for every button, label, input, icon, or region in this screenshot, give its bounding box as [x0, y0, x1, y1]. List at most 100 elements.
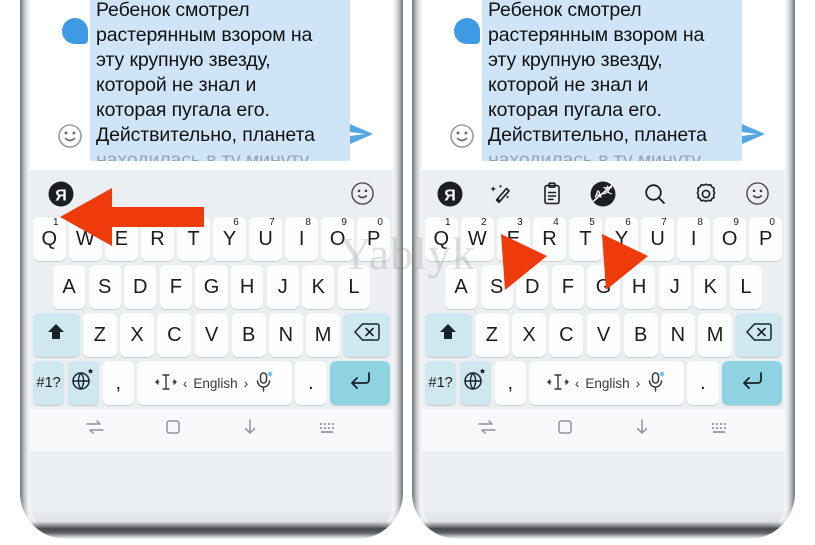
key-v[interactable]: V: [586, 313, 621, 357]
key-l[interactable]: L: [337, 265, 370, 309]
key-h[interactable]: H: [623, 265, 656, 309]
language-settings-key[interactable]: [67, 361, 100, 405]
key-j[interactable]: J: [266, 265, 299, 309]
key-b[interactable]: B: [623, 313, 658, 357]
chat-emoji-button[interactable]: [56, 122, 84, 150]
key-r[interactable]: 4R: [533, 217, 566, 261]
emoji-icon[interactable]: [349, 180, 376, 207]
gear-icon[interactable]: [693, 180, 720, 207]
keyboard-switch-icon[interactable]: [315, 414, 341, 440]
key-d[interactable]: D: [124, 265, 157, 309]
key-k[interactable]: K: [694, 265, 727, 309]
prev-language-chevron[interactable]: ‹: [575, 376, 580, 391]
yandex-logo-icon[interactable]: Я: [436, 180, 463, 207]
key-y[interactable]: 6Y: [605, 217, 638, 261]
send-button[interactable]: [343, 116, 379, 152]
key-n[interactable]: N: [269, 313, 303, 357]
comma-key[interactable]: ,: [494, 361, 526, 405]
chat-emoji-button[interactable]: [448, 122, 476, 150]
recents-icon[interactable]: [474, 414, 500, 440]
search-icon[interactable]: [641, 180, 668, 207]
comma-key[interactable]: ,: [102, 361, 134, 405]
key-a[interactable]: A: [53, 265, 86, 309]
key-c[interactable]: C: [157, 313, 192, 357]
period-key[interactable]: .: [687, 361, 719, 405]
keyboard-switch-icon[interactable]: [707, 414, 733, 440]
keyboard-row-3: ZXCVBNM: [425, 313, 782, 357]
key-b[interactable]: B: [231, 313, 266, 357]
key-o[interactable]: 9O: [321, 217, 354, 261]
key-s[interactable]: S: [88, 265, 121, 309]
key-g[interactable]: G: [195, 265, 228, 309]
key-o[interactable]: 9O: [713, 217, 746, 261]
period-key[interactable]: .: [295, 361, 327, 405]
shift-key[interactable]: [33, 313, 80, 357]
backspace-key[interactable]: [343, 313, 390, 357]
shift-key[interactable]: [425, 313, 472, 357]
key-f[interactable]: F: [159, 265, 192, 309]
key-h[interactable]: H: [231, 265, 264, 309]
key-g[interactable]: G: [587, 265, 620, 309]
key-u[interactable]: 7U: [249, 217, 282, 261]
key-m[interactable]: M: [698, 313, 732, 357]
key-e[interactable]: 3E: [105, 217, 138, 261]
next-language-chevron[interactable]: ›: [244, 376, 249, 391]
space-key[interactable]: ‹ English ›: [529, 361, 684, 405]
phone-right-screen: Ребенок смотрел растерянным взором на эт…: [422, 0, 785, 539]
key-l[interactable]: L: [729, 265, 762, 309]
magic-wand-icon[interactable]: [487, 180, 514, 207]
hide-keyboard-icon[interactable]: [629, 414, 655, 440]
key-k[interactable]: K: [302, 265, 335, 309]
key-a[interactable]: A: [445, 265, 478, 309]
recents-icon[interactable]: [82, 414, 108, 440]
key-n[interactable]: N: [661, 313, 695, 357]
key-y[interactable]: 6Y: [213, 217, 246, 261]
key-m[interactable]: M: [306, 313, 340, 357]
cursor-move-icon[interactable]: [547, 373, 569, 394]
send-button[interactable]: [735, 116, 771, 152]
key-i[interactable]: 8I: [285, 217, 318, 261]
key-w[interactable]: 2W: [69, 217, 102, 261]
backspace-key[interactable]: [735, 313, 782, 357]
key-x[interactable]: X: [512, 313, 546, 357]
cursor-move-icon[interactable]: [155, 373, 177, 394]
symbols-key[interactable]: #1?: [425, 361, 457, 405]
key-q[interactable]: 1Q: [425, 217, 458, 261]
key-i[interactable]: 8I: [677, 217, 710, 261]
home-icon[interactable]: [160, 414, 186, 440]
key-e[interactable]: 3E: [497, 217, 530, 261]
enter-key[interactable]: [330, 361, 390, 405]
key-v[interactable]: V: [194, 313, 229, 357]
key-d[interactable]: D: [516, 265, 549, 309]
space-key[interactable]: ‹ English ›: [137, 361, 292, 405]
key-c[interactable]: C: [549, 313, 584, 357]
key-z[interactable]: Z: [83, 313, 117, 357]
microphone-icon[interactable]: [254, 371, 274, 396]
translate-icon[interactable]: A 文: [590, 180, 617, 207]
prev-language-chevron[interactable]: ‹: [183, 376, 188, 391]
microphone-icon[interactable]: [646, 371, 666, 396]
key-s[interactable]: S: [480, 265, 513, 309]
key-p[interactable]: 0P: [749, 217, 782, 261]
emoji-icon[interactable]: [744, 180, 771, 207]
key-u[interactable]: 7U: [641, 217, 674, 261]
hide-keyboard-icon[interactable]: [237, 414, 263, 440]
language-settings-key[interactable]: [459, 361, 492, 405]
enter-key[interactable]: [722, 361, 782, 405]
key-t[interactable]: 5T: [569, 217, 602, 261]
next-language-chevron[interactable]: ›: [636, 376, 641, 391]
key-f[interactable]: F: [551, 265, 584, 309]
key-q[interactable]: 1Q: [33, 217, 66, 261]
key-t[interactable]: 5T: [177, 217, 210, 261]
avatar: [454, 18, 480, 44]
clipboard-icon[interactable]: [539, 180, 566, 207]
key-x[interactable]: X: [120, 313, 154, 357]
key-z[interactable]: Z: [475, 313, 509, 357]
key-w[interactable]: 2W: [461, 217, 494, 261]
key-j[interactable]: J: [658, 265, 691, 309]
home-icon[interactable]: [552, 414, 578, 440]
symbols-key[interactable]: #1?: [33, 361, 65, 405]
key-r[interactable]: 4R: [141, 217, 174, 261]
yandex-logo-icon[interactable]: Я: [47, 180, 74, 207]
key-p[interactable]: 0P: [357, 217, 390, 261]
